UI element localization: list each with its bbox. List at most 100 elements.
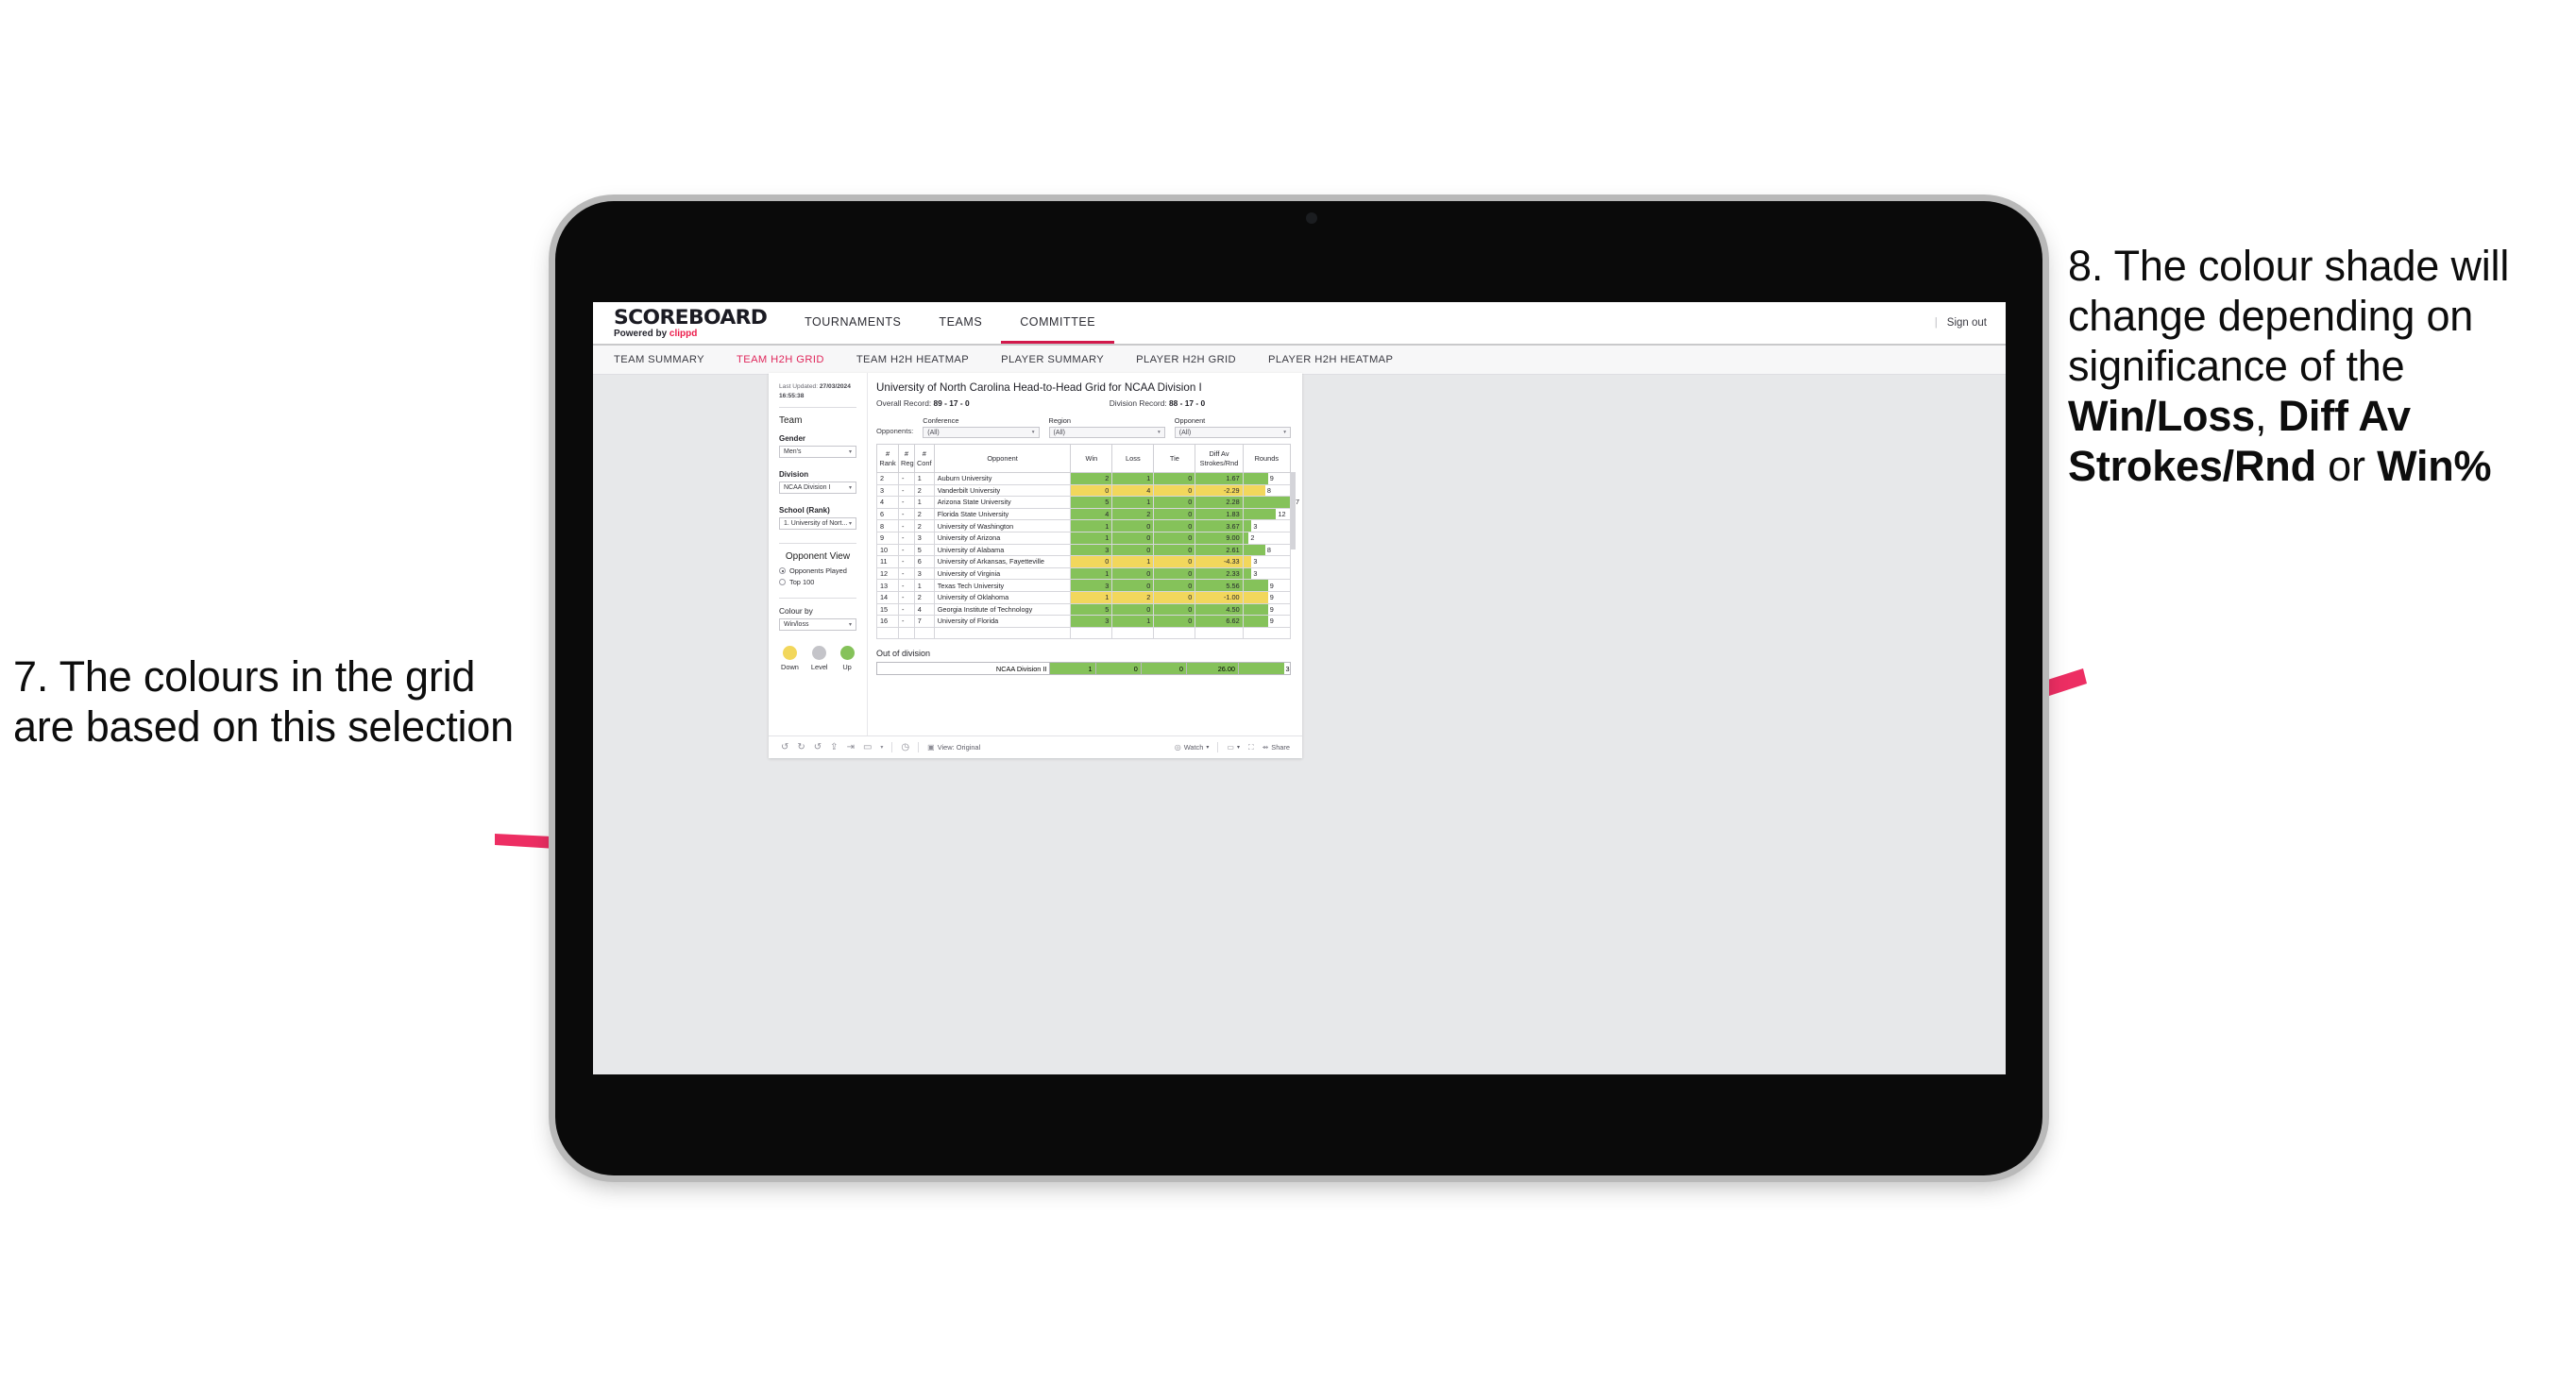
colour-by-select[interactable]: Win/loss ▾: [779, 618, 856, 632]
annotation-8-bold-winpct: Win%: [2377, 442, 2492, 491]
radio-selected-icon: [779, 567, 786, 575]
tablet-camera: [1306, 212, 1317, 224]
sign-out-area[interactable]: | Sign out: [1935, 317, 1987, 329]
division-record-label: Division Record:: [1109, 398, 1167, 408]
cell-loss: 0: [1111, 566, 1155, 581]
refresh-icon[interactable]: ⇪: [830, 742, 838, 752]
cell-win: 1: [1070, 566, 1113, 581]
col-rank-word: Rank: [879, 458, 896, 467]
cell-rank: 11: [875, 555, 900, 568]
overall-record-value: 89 - 17 - 0: [931, 398, 970, 408]
view-original-button[interactable]: ▣ View: Original: [927, 743, 980, 752]
revert-icon[interactable]: ↺: [814, 742, 822, 752]
watch-button[interactable]: ◎ Watch ▾: [1175, 743, 1210, 752]
col-rank-hash: #: [885, 449, 890, 459]
table-row[interactable]: 12-3 University of Virginia 1 0 0 2.33 3: [875, 566, 1292, 581]
cell-win: 5: [1070, 496, 1113, 509]
table-row[interactable]: 8-2 University of Washington 1 0 0 3.67 3: [875, 519, 1292, 532]
table-row[interactable]: 9-3 University of Arizona 1 0 0 9.00 2: [875, 531, 1292, 545]
filter-conference-label: Conference: [923, 416, 959, 425]
alerts-icon[interactable]: ▭: [863, 742, 872, 752]
cell-loss: 4: [1111, 483, 1155, 498]
cell-rank: 14: [875, 590, 900, 604]
cell-opponent: Arizona State University: [933, 496, 1072, 509]
radio-top-100[interactable]: Top 100: [779, 578, 856, 586]
grid-scrollbar[interactable]: [1291, 472, 1296, 549]
rounds-value: 9: [1269, 593, 1274, 602]
chevron-down-icon: ▾: [1206, 745, 1210, 751]
view-title: University of North Carolina Head-to-Hea…: [876, 381, 1202, 394]
tab-team-summary[interactable]: TEAM SUMMARY: [614, 354, 720, 365]
fullscreen-icon[interactable]: ⛶: [1248, 743, 1254, 752]
chevron-down-icon: ▾: [848, 484, 852, 491]
share-button[interactable]: ⇴ Share: [1263, 743, 1290, 752]
cell-rounds: 9: [1242, 579, 1292, 592]
tab-team-h2h-grid[interactable]: TEAM H2H GRID: [720, 354, 840, 365]
table-row[interactable]: 16-7 University of Florida 3 1 0 6.62 9: [875, 615, 1292, 628]
cell-rank: 15: [875, 602, 900, 617]
gender-value: Men's: [784, 448, 802, 456]
table-row[interactable]: 15-4 Georgia Institute of Technology 5 0 0 4.…: [875, 602, 1292, 617]
filter-opponent: Opponent (All) ▾: [1174, 416, 1292, 438]
tab-player-h2h-heatmap[interactable]: PLAYER H2H HEATMAP: [1252, 354, 1409, 365]
cell-conf: 2: [913, 507, 935, 521]
table-row[interactable]: 14-2 University of Oklahoma 1 2 0 -1.00 9: [875, 590, 1292, 604]
rounds-bar: [1243, 616, 1268, 627]
rounds-value: 9: [1269, 617, 1274, 626]
cell-opponent: University of Arkansas, Fayetteville: [933, 555, 1072, 568]
cell-conf: 2: [913, 519, 935, 532]
rounds-bar: [1243, 532, 1249, 544]
school-select[interactable]: 1. University of Nort... ▾: [779, 517, 856, 531]
rounds-bar: [1243, 508, 1277, 520]
pause-icon[interactable]: ⇥: [847, 742, 855, 752]
table-row[interactable]: 4-1 Arizona State University 5 1 0 2.28 17: [875, 496, 1299, 509]
table-row[interactable]: 6-2 Florida State University 4 2 0 1.83 12: [875, 507, 1292, 521]
chevron-down-icon: ▾: [1283, 430, 1287, 435]
school-label: School (Rank): [779, 506, 830, 516]
tab-player-h2h-grid[interactable]: PLAYER H2H GRID: [1120, 354, 1252, 365]
cell-rounds: 9: [1242, 472, 1292, 485]
table-row[interactable]: 2-1 Auburn University 2 1 0 1.67 9: [875, 472, 1292, 485]
table-row[interactable]: 10-5 University of Alabama 3 0 0 2.61 8: [875, 543, 1292, 557]
cell-rank: 16: [875, 615, 900, 628]
cell-opponent: University of Washington: [933, 519, 1072, 532]
tab-player-summary[interactable]: PLAYER SUMMARY: [985, 354, 1120, 365]
chevron-down-icon: ▾: [1236, 745, 1240, 751]
cell-win: 1: [1070, 531, 1113, 545]
cell-tie: 0: [1153, 543, 1196, 557]
division-select[interactable]: NCAA Division I ▾: [779, 482, 856, 495]
overall-record: Overall Record: 89 - 17 - 0: [876, 398, 970, 408]
colour-by-value: Win/loss: [784, 621, 809, 629]
rounds-value: 9: [1269, 604, 1274, 614]
cell-conf: 2: [913, 483, 935, 498]
undo-icon[interactable]: ↺: [781, 742, 788, 752]
radio-opponents-played-label: Opponents Played: [789, 566, 847, 576]
table-row[interactable]: 11-6 University of Arkansas, Fayetteville…: [875, 555, 1292, 568]
rounds-bar: [1243, 484, 1265, 497]
chevron-down-icon[interactable]: ▾: [880, 745, 883, 751]
redo-icon[interactable]: ↻: [797, 742, 805, 752]
nav-committee[interactable]: COMMITTEE: [1001, 302, 1115, 344]
cell-reg: -: [898, 590, 915, 604]
clock-icon[interactable]: ◷: [901, 742, 909, 752]
legend-item-down: Down: [781, 646, 799, 671]
table-row[interactable]: 13-1 Texas Tech University 3 0 0 5.56 9: [875, 579, 1292, 592]
filter-opponent-select[interactable]: (All) ▾: [1174, 427, 1292, 438]
nav-teams[interactable]: TEAMS: [920, 302, 1001, 344]
division-record: Division Record: 88 - 17 - 0: [1110, 398, 1206, 408]
filter-region-select[interactable]: (All) ▾: [1048, 427, 1165, 438]
device-button[interactable]: ▭ ▾: [1227, 743, 1240, 752]
gender-select[interactable]: Men's ▾: [779, 446, 856, 459]
filter-conference-select[interactable]: (All) ▾: [923, 427, 1040, 438]
filter-opponent-label: Opponent: [1174, 416, 1206, 425]
workbook-body: Last Updated: 27/03/2024 16:55:38 Team G…: [769, 373, 1302, 735]
cell-win: 4: [1070, 507, 1113, 521]
nav-tournaments[interactable]: TOURNAMENTS: [786, 302, 920, 344]
cell-opponent: Georgia Institute of Technology: [933, 602, 1072, 617]
table-row[interactable]: 3-2 Vanderbilt University 0 4 0 -2.29 8: [875, 483, 1292, 498]
tab-team-h2h-heatmap[interactable]: TEAM H2H HEATMAP: [840, 354, 985, 365]
app-header: SCOREBOARD Powered by clippd TOURNAMENTS…: [593, 302, 2006, 346]
spacer-cell: [913, 626, 935, 640]
radio-opponents-played[interactable]: Opponents Played: [779, 566, 856, 575]
sign-out-link[interactable]: Sign out: [1947, 317, 1987, 329]
